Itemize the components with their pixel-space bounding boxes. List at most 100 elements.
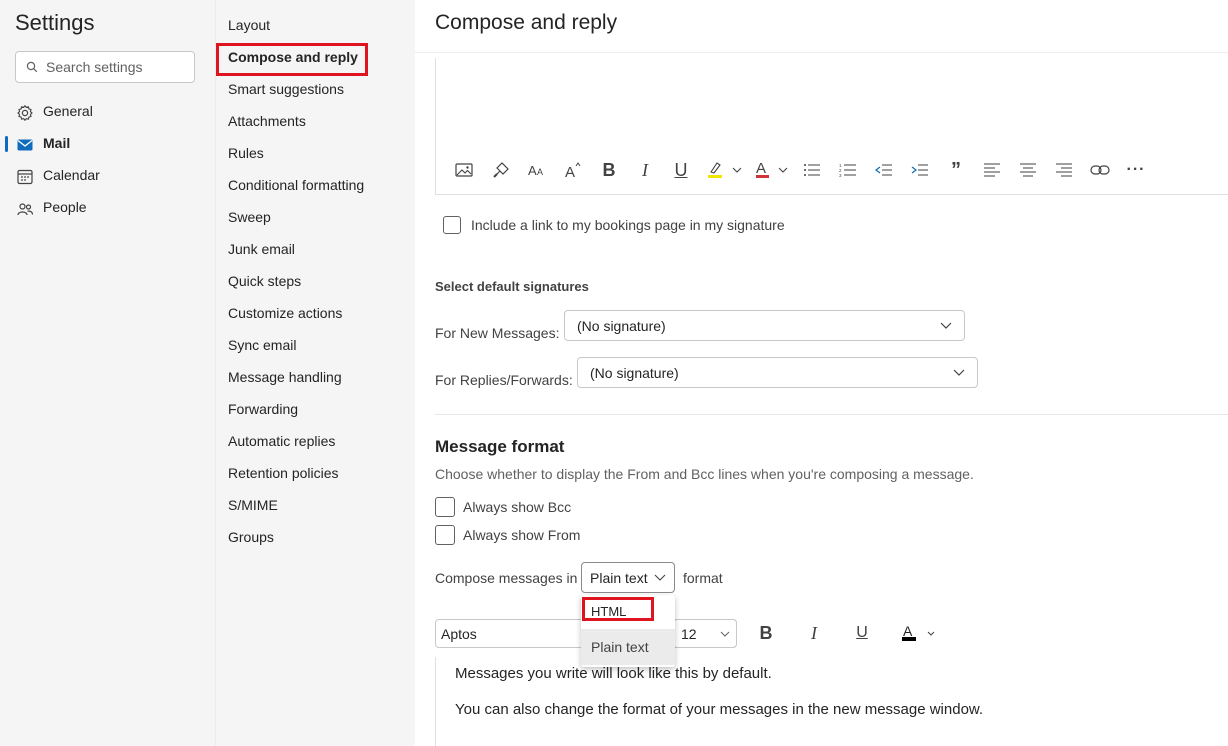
settings-sidebar: Settings General Mail Calendar People bbox=[0, 0, 215, 746]
signature-toolbar: AA A B I U A 123 ” ··· bbox=[435, 158, 1215, 184]
search-box[interactable] bbox=[15, 51, 195, 83]
align-right-icon[interactable] bbox=[1053, 158, 1075, 182]
align-center-icon[interactable] bbox=[1017, 158, 1039, 182]
bookings-checkbox[interactable] bbox=[443, 216, 461, 234]
search-input[interactable] bbox=[46, 59, 186, 75]
subnav-attachments[interactable]: Attachments bbox=[228, 110, 306, 132]
svg-text:A: A bbox=[903, 623, 913, 639]
compose-format-dropdown[interactable]: Plain text bbox=[581, 562, 675, 593]
nav-label: Calendar bbox=[43, 167, 100, 183]
subnav-automatic-replies[interactable]: Automatic replies bbox=[228, 430, 335, 452]
svg-text:A: A bbox=[565, 164, 575, 179]
subnav-sweep[interactable]: Sweep bbox=[228, 206, 271, 228]
mail-icon bbox=[17, 139, 33, 151]
calendar-icon bbox=[17, 169, 33, 185]
bold-icon[interactable]: B bbox=[755, 621, 777, 645]
chevron-down-icon bbox=[953, 369, 965, 376]
divider bbox=[435, 414, 1228, 415]
mail-subnav: Layout Compose and reply Smart suggestio… bbox=[215, 0, 415, 746]
numbering-icon[interactable]: 123 bbox=[837, 158, 859, 182]
highlight-icon[interactable] bbox=[705, 158, 745, 182]
subnav-conditional-formatting[interactable]: Conditional formatting bbox=[228, 174, 364, 196]
option-plain-text[interactable]: Plain text bbox=[581, 629, 675, 665]
option-label: Plain text bbox=[591, 639, 649, 655]
subnav-smime[interactable]: S/MIME bbox=[228, 494, 278, 516]
always-show-bcc-label: Always show Bcc bbox=[463, 499, 572, 515]
always-show-from-label: Always show From bbox=[463, 527, 581, 543]
divider bbox=[415, 52, 1228, 53]
font-color-icon[interactable]: A bbox=[899, 621, 939, 645]
nav-mail[interactable]: Mail bbox=[0, 128, 215, 160]
font-color-icon[interactable]: A bbox=[753, 158, 793, 182]
always-show-from-checkbox[interactable] bbox=[435, 525, 455, 545]
chevron-down-icon bbox=[940, 322, 952, 329]
subnav-quick-steps[interactable]: Quick steps bbox=[228, 270, 301, 292]
grow-font-icon[interactable]: A bbox=[562, 158, 584, 182]
replies-forwards-dropdown[interactable]: (No signature) bbox=[577, 357, 978, 388]
replies-forwards-label: For Replies/Forwards: bbox=[435, 372, 573, 388]
format-painter-icon[interactable] bbox=[490, 158, 512, 182]
more-icon[interactable]: ··· bbox=[1125, 158, 1147, 182]
bullets-icon[interactable] bbox=[801, 158, 823, 182]
subnav-forwarding[interactable]: Forwarding bbox=[228, 398, 298, 420]
subnav-rules[interactable]: Rules bbox=[228, 142, 264, 164]
nav-label: Mail bbox=[43, 135, 71, 151]
compose-format-label: Compose messages in bbox=[435, 570, 578, 586]
subnav-groups[interactable]: Groups bbox=[228, 526, 274, 548]
italic-icon[interactable]: I bbox=[803, 621, 825, 645]
subnav-smart-suggestions[interactable]: Smart suggestions bbox=[228, 78, 344, 100]
search-icon bbox=[26, 61, 38, 73]
subnav-sync-email[interactable]: Sync email bbox=[228, 334, 296, 356]
highlight-box bbox=[582, 597, 654, 621]
settings-title: Settings bbox=[15, 10, 95, 35]
increase-indent-icon[interactable] bbox=[909, 158, 931, 182]
decrease-indent-icon[interactable] bbox=[873, 158, 895, 182]
link-icon[interactable] bbox=[1089, 158, 1111, 182]
nav-calendar[interactable]: Calendar bbox=[0, 160, 215, 192]
preview-line: You can also change the format of your m… bbox=[455, 701, 984, 718]
subnav-layout[interactable]: Layout bbox=[228, 14, 270, 36]
gear-icon bbox=[17, 104, 33, 122]
subnav-message-handling[interactable]: Message handling bbox=[228, 366, 342, 388]
message-format-description: Choose whether to display the From and B… bbox=[435, 466, 974, 482]
nav-label: People bbox=[43, 199, 87, 215]
subnav-compose-and-reply[interactable]: Compose and reply bbox=[228, 46, 358, 68]
font-value: Aptos bbox=[441, 626, 477, 642]
underline-icon[interactable]: U bbox=[851, 621, 873, 645]
settings-content: Compose and reply AA A B I U A 123 ” ···… bbox=[415, 0, 1228, 746]
preview-line: Messages you write will look like this b… bbox=[455, 665, 772, 682]
format-suffix: format bbox=[683, 570, 723, 586]
dropdown-value: (No signature) bbox=[577, 318, 666, 334]
people-icon bbox=[17, 203, 34, 216]
font-size-icon[interactable]: AA bbox=[526, 158, 548, 182]
bookings-label: Include a link to my bookings page in my… bbox=[471, 217, 785, 233]
svg-text:A: A bbox=[756, 160, 766, 177]
chevron-down-icon bbox=[654, 574, 666, 581]
nav-general[interactable]: General bbox=[0, 96, 215, 128]
nav-people[interactable]: People bbox=[0, 192, 215, 224]
always-show-bcc-checkbox[interactable] bbox=[435, 497, 455, 517]
dropdown-value: Plain text bbox=[590, 570, 648, 586]
subnav-retention-policies[interactable]: Retention policies bbox=[228, 462, 339, 484]
size-value: 12 bbox=[681, 626, 697, 642]
chevron-down-icon bbox=[720, 631, 730, 637]
dropdown-value: (No signature) bbox=[590, 365, 679, 381]
align-left-icon[interactable] bbox=[981, 158, 1003, 182]
new-messages-label: For New Messages: bbox=[435, 325, 560, 341]
underline-icon[interactable]: U bbox=[670, 158, 692, 182]
new-messages-dropdown[interactable]: (No signature) bbox=[564, 310, 965, 341]
font-size-dropdown[interactable]: 12 bbox=[673, 619, 737, 648]
insert-picture-icon[interactable] bbox=[453, 158, 475, 182]
subnav-junk-email[interactable]: Junk email bbox=[228, 238, 295, 260]
svg-text:A: A bbox=[537, 167, 543, 177]
bold-icon[interactable]: B bbox=[598, 158, 620, 182]
format-options-menu: HTML Plain text bbox=[581, 595, 675, 667]
message-format-title: Message format bbox=[435, 437, 565, 456]
italic-icon[interactable]: I bbox=[634, 158, 656, 182]
quote-icon[interactable]: ” bbox=[945, 158, 967, 182]
selection-indicator bbox=[5, 136, 8, 152]
svg-text:3: 3 bbox=[839, 173, 842, 177]
nav-label: General bbox=[43, 103, 93, 119]
default-signatures-title: Select default signatures bbox=[435, 279, 589, 294]
subnav-customize-actions[interactable]: Customize actions bbox=[228, 302, 342, 324]
